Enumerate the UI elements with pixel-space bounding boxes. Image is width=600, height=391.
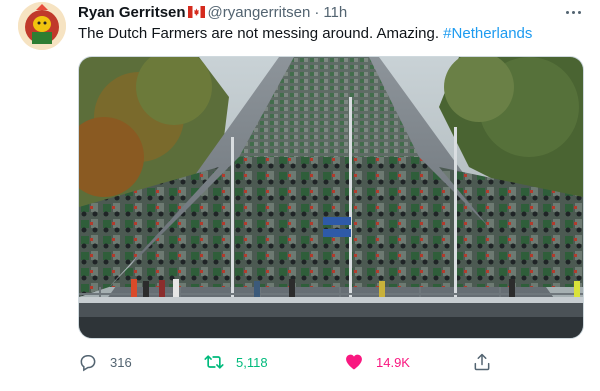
retweet-icon [204,355,224,369]
more-options-icon[interactable] [562,4,584,20]
retweet-count: 5,118 [236,354,268,370]
tweet-body: The Dutch Farmers are not messing around… [78,25,444,42]
separator-dot: · [314,3,320,21]
tweet-actions: 316 5,118 14.9K [78,350,584,374]
like-count: 14.9K [376,354,410,370]
hashtag-link[interactable]: #Netherlands [443,25,532,42]
tweet-header: Ryan Gerritsen @ryangerritsen · 11h [78,2,347,22]
share-button[interactable] [472,350,504,374]
tweet-media[interactable] [78,56,584,339]
tweet[interactable]: Ryan Gerritsen @ryangerritsen · 11h The … [0,0,600,391]
canada-flag-icon [187,6,205,18]
author-handle[interactable]: @ryangerritsen [208,4,311,21]
reply-button[interactable]: 316 [78,350,132,374]
share-icon [474,353,490,371]
tweet-text: The Dutch Farmers are not messing around… [78,24,532,44]
retweet-button[interactable]: 5,118 [204,350,268,374]
avatar[interactable] [18,2,66,50]
author-name[interactable]: Ryan Gerritsen [78,4,186,21]
like-button[interactable]: 14.9K [344,350,410,374]
tweet-timestamp[interactable]: 11h [323,4,347,21]
tractor-highway-photo [79,57,583,338]
heart-icon [346,354,362,370]
reply-count: 316 [110,354,132,370]
reply-icon [80,355,96,372]
